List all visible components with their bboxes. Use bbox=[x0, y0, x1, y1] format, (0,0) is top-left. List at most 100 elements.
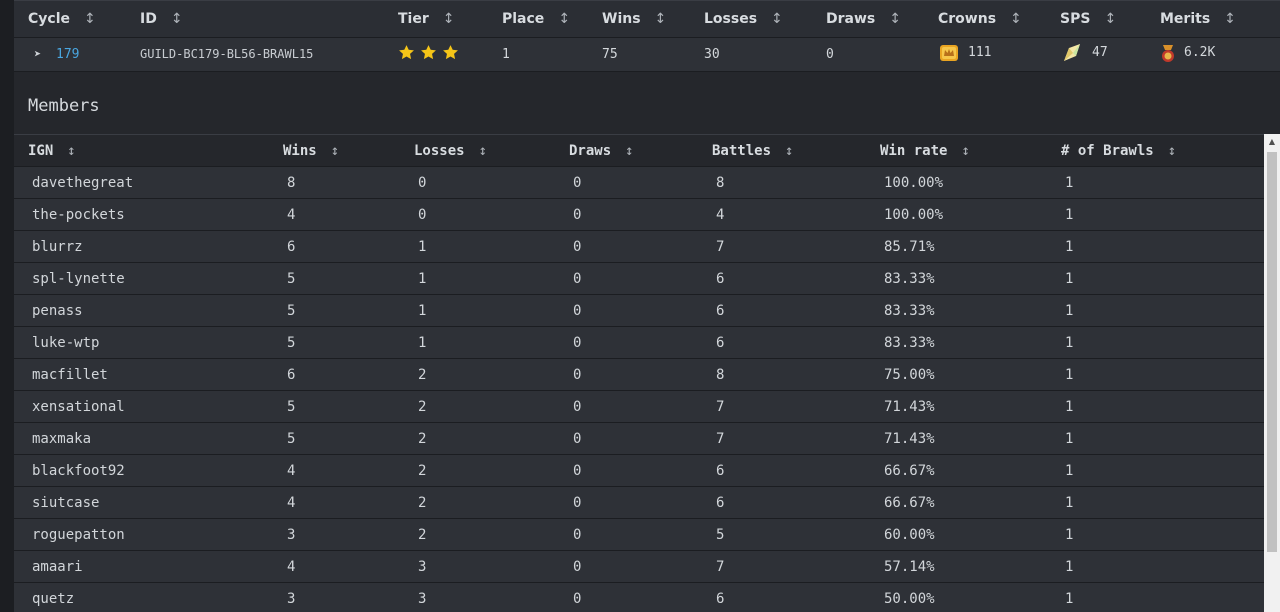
member-win-rate-cell: 71.43% bbox=[884, 430, 935, 447]
sort-icon[interactable]: ↕ bbox=[771, 11, 783, 27]
member-row[interactable]: blackfoot92 4 2 0 6 66.67% 1 bbox=[14, 454, 1264, 487]
member-wins-cell: 4 bbox=[287, 462, 296, 479]
brawl-header-wins[interactable]: Wins ↕ bbox=[588, 0, 690, 38]
sort-icon[interactable]: ↕ bbox=[655, 11, 667, 27]
member-ign-cell: quetz bbox=[32, 590, 75, 607]
members-header-of-brawls[interactable]: # of Brawls ↕ bbox=[1047, 135, 1264, 167]
member-brawls-cell: 1 bbox=[1065, 334, 1074, 351]
sort-icon[interactable]: ↕ bbox=[1104, 11, 1116, 27]
sort-icon[interactable]: ↕ bbox=[171, 11, 183, 27]
member-battles-cell: 7 bbox=[716, 430, 725, 447]
members-scroll-area[interactable]: IGN ↕ Wins ↕ Losses ↕ Draws ↕ Battles ↕ Win rate ↕ #… bbox=[14, 134, 1264, 612]
member-losses-cell: 2 bbox=[418, 366, 427, 383]
brawl-row[interactable]: ➤179 GUILD-BC179-BL56-BRAWL15 1 75 30 0 bbox=[14, 37, 1280, 72]
member-battles-cell: 6 bbox=[716, 334, 725, 351]
members-header-losses[interactable]: Losses ↕ bbox=[400, 135, 555, 167]
wins-cell: 75 bbox=[602, 47, 618, 62]
member-ign-cell: the-pockets bbox=[32, 206, 125, 223]
member-wins-cell: 5 bbox=[287, 302, 296, 319]
member-brawls-cell: 1 bbox=[1065, 430, 1074, 447]
brawl-header-id[interactable]: ID ↕ bbox=[126, 0, 384, 38]
sort-icon[interactable]: ↕ bbox=[331, 143, 339, 159]
member-draws-cell: 0 bbox=[573, 366, 582, 383]
member-wins-cell: 5 bbox=[287, 334, 296, 351]
brawl-header-sps[interactable]: SPS ↕ bbox=[1046, 0, 1146, 38]
member-brawls-cell: 1 bbox=[1065, 398, 1074, 415]
vertical-scrollbar[interactable]: ▲ bbox=[1264, 134, 1280, 612]
member-row[interactable]: penass 5 1 0 6 83.33% 1 bbox=[14, 294, 1264, 327]
member-losses-cell: 2 bbox=[418, 462, 427, 479]
member-losses-cell: 1 bbox=[418, 270, 427, 287]
sort-icon[interactable]: ↕ bbox=[479, 143, 487, 159]
sort-icon[interactable]: ↕ bbox=[1168, 143, 1176, 159]
member-row[interactable]: blurrz 6 1 0 7 85.71% 1 bbox=[14, 230, 1264, 263]
member-row[interactable]: roguepatton 3 2 0 5 60.00% 1 bbox=[14, 518, 1264, 551]
member-row[interactable]: siutcase 4 2 0 6 66.67% 1 bbox=[14, 486, 1264, 519]
members-header-ign[interactable]: IGN ↕ bbox=[14, 135, 269, 167]
member-brawls-cell: 1 bbox=[1065, 238, 1074, 255]
sort-icon[interactable]: ↕ bbox=[443, 11, 455, 27]
member-draws-cell: 0 bbox=[573, 526, 582, 543]
star-icon bbox=[421, 45, 436, 60]
member-ign-cell: luke-wtp bbox=[32, 334, 100, 351]
members-header-wins[interactable]: Wins ↕ bbox=[269, 135, 400, 167]
place-cell: 1 bbox=[502, 47, 510, 62]
header-label: Losses bbox=[704, 11, 758, 27]
sort-icon[interactable]: ↕ bbox=[1010, 11, 1022, 27]
brawl-header-crowns[interactable]: Crowns ↕ bbox=[924, 0, 1046, 38]
sort-icon[interactable]: ↕ bbox=[84, 11, 96, 27]
header-label: Wins bbox=[602, 11, 641, 27]
member-battles-cell: 6 bbox=[716, 590, 725, 607]
member-wins-cell: 4 bbox=[287, 206, 296, 223]
member-row[interactable]: macfillet 6 2 0 8 75.00% 1 bbox=[14, 358, 1264, 391]
member-battles-cell: 6 bbox=[716, 302, 725, 319]
sort-icon[interactable]: ↕ bbox=[785, 143, 793, 159]
member-row[interactable]: maxmaka 5 2 0 7 71.43% 1 bbox=[14, 422, 1264, 455]
member-brawls-cell: 1 bbox=[1065, 526, 1074, 543]
brawl-header-merits[interactable]: Merits ↕ bbox=[1146, 0, 1280, 38]
member-brawls-cell: 1 bbox=[1065, 590, 1074, 607]
cycle-link[interactable]: 179 bbox=[56, 47, 79, 62]
sort-icon[interactable]: ↕ bbox=[625, 143, 633, 159]
sort-icon[interactable]: ↕ bbox=[1224, 11, 1236, 27]
sort-icon[interactable]: ↕ bbox=[67, 143, 75, 159]
members-header-draws[interactable]: Draws ↕ bbox=[555, 135, 698, 167]
member-draws-cell: 0 bbox=[573, 238, 582, 255]
cycle-cell[interactable]: ➤ 179 bbox=[14, 38, 126, 72]
sort-icon[interactable]: ↕ bbox=[558, 11, 570, 27]
member-wins-cell: 6 bbox=[287, 366, 296, 383]
member-row[interactable]: the-pockets 4 0 0 4 100.00% 1 bbox=[14, 198, 1264, 231]
chevron-right-icon[interactable]: ➤ bbox=[28, 47, 56, 61]
member-wins-cell: 4 bbox=[287, 494, 296, 511]
member-row[interactable]: luke-wtp 5 1 0 6 83.33% 1 bbox=[14, 326, 1264, 359]
member-row[interactable]: quetz 3 3 0 6 50.00% 1 bbox=[14, 582, 1264, 612]
brawl-header-losses[interactable]: Losses ↕ bbox=[690, 0, 812, 38]
member-draws-cell: 0 bbox=[573, 398, 582, 415]
scrollbar-thumb[interactable] bbox=[1267, 152, 1277, 552]
sort-icon[interactable]: ↕ bbox=[961, 143, 969, 159]
member-row[interactable]: davethegreat 8 0 0 8 100.00% 1 bbox=[14, 166, 1264, 199]
scroll-up-arrow-icon[interactable]: ▲ bbox=[1264, 134, 1280, 150]
star-icon bbox=[443, 45, 458, 60]
members-header-battles[interactable]: Battles ↕ bbox=[698, 135, 866, 167]
member-row[interactable]: spl-lynette 5 1 0 6 83.33% 1 bbox=[14, 262, 1264, 295]
member-win-rate-cell: 57.14% bbox=[884, 558, 935, 575]
brawl-header-cycle[interactable]: Cycle ↕ bbox=[14, 0, 126, 38]
member-wins-cell: 3 bbox=[287, 526, 296, 543]
member-losses-cell: 1 bbox=[418, 334, 427, 351]
member-row[interactable]: amaari 4 3 0 7 57.14% 1 bbox=[14, 550, 1264, 583]
brawl-header-place[interactable]: Place ↕ bbox=[488, 0, 588, 38]
member-battles-cell: 6 bbox=[716, 462, 725, 479]
members-header-win-rate[interactable]: Win rate ↕ bbox=[866, 135, 1047, 167]
header-label: ID bbox=[140, 11, 157, 27]
brawl-header-draws[interactable]: Draws ↕ bbox=[812, 0, 924, 38]
members-table: IGN ↕ Wins ↕ Losses ↕ Draws ↕ Battles ↕ Win rate ↕ #… bbox=[14, 134, 1264, 612]
member-losses-cell: 2 bbox=[418, 398, 427, 415]
member-row[interactable]: xensational 5 2 0 7 71.43% 1 bbox=[14, 390, 1264, 423]
sort-icon[interactable]: ↕ bbox=[889, 11, 901, 27]
crowns-value: 111 bbox=[968, 45, 992, 60]
brawl-header-tier[interactable]: Tier ↕ bbox=[384, 0, 488, 38]
member-losses-cell: 2 bbox=[418, 430, 427, 447]
header-label: SPS bbox=[1060, 11, 1091, 27]
header-label: Wins bbox=[283, 142, 317, 159]
